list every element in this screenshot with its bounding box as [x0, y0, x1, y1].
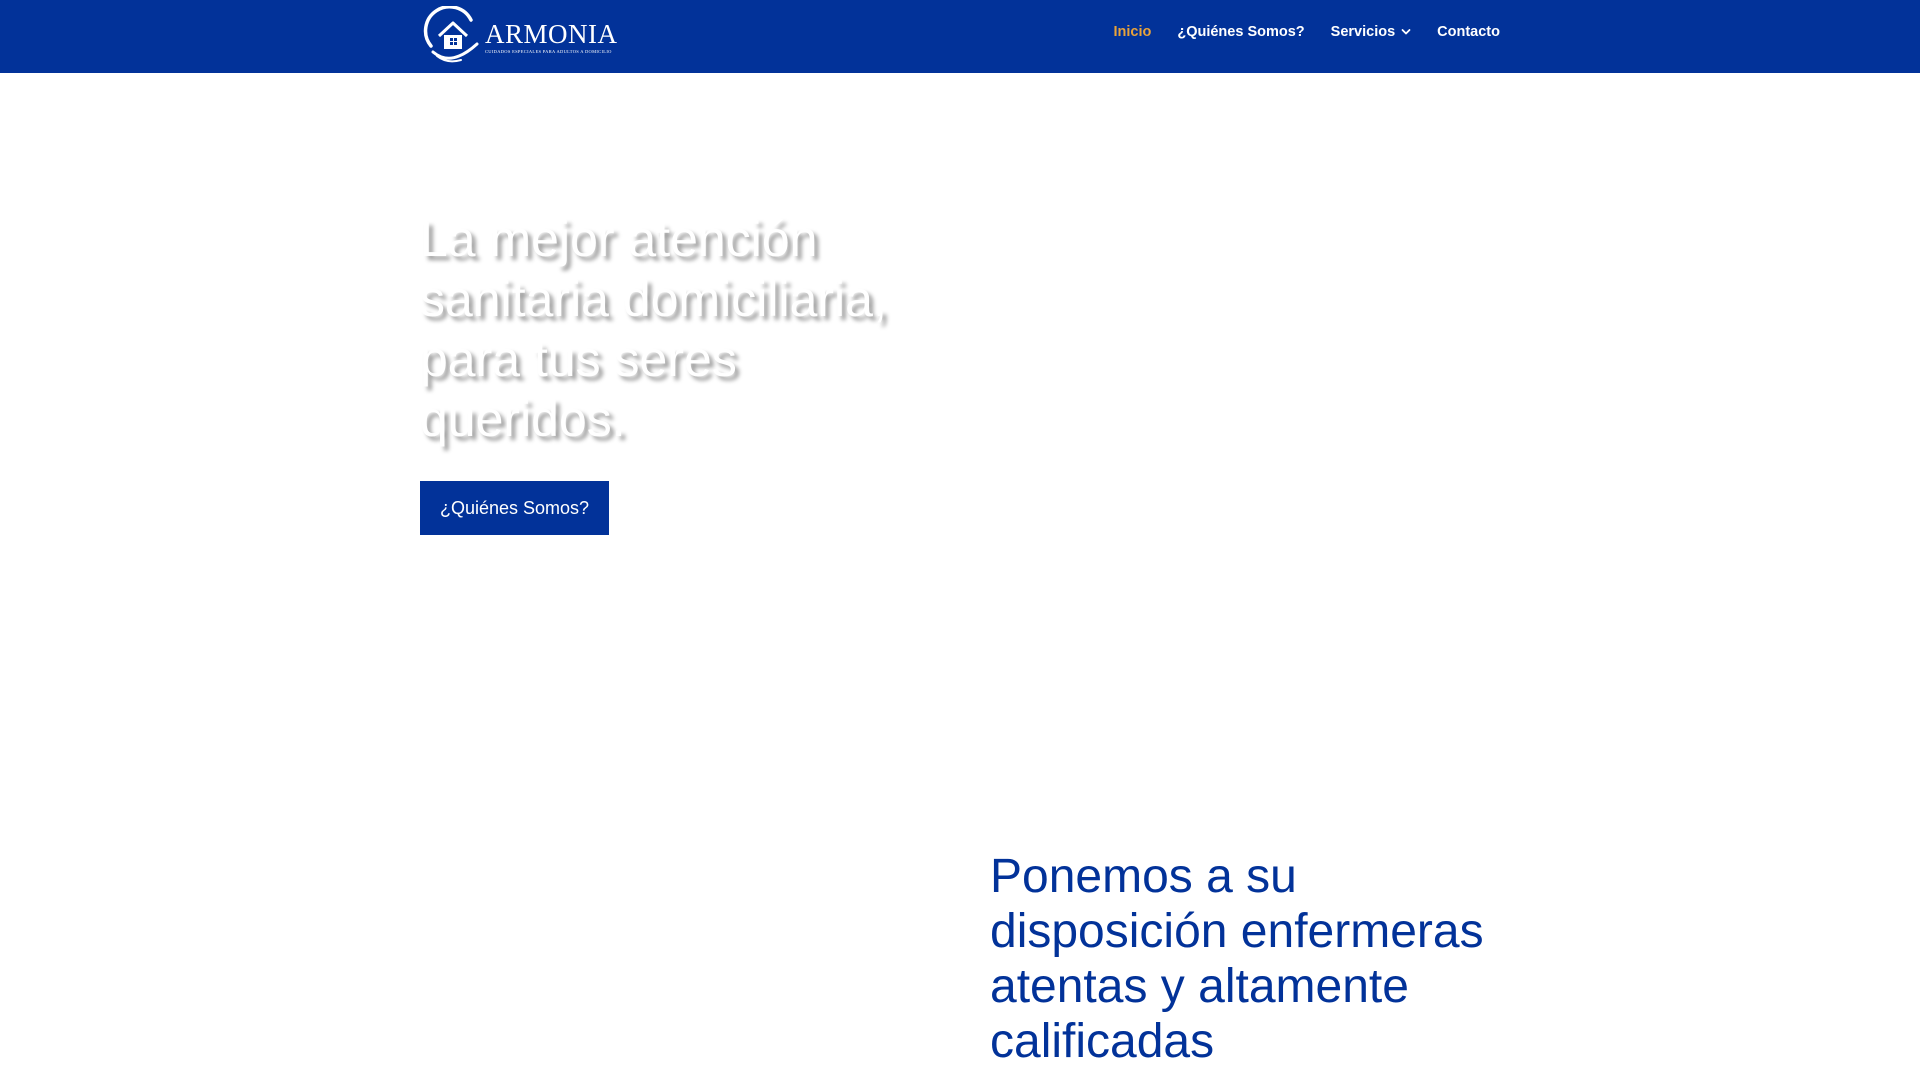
- section-title: Ponemos a su disposición enfermeras aten…: [990, 850, 1484, 1068]
- house-in-hands-icon: [423, 6, 479, 63]
- logo-tagline: CUIDADOS ESPECIALES PARA ADULTOS A DOMIC…: [485, 49, 612, 54]
- nav-item-servicios[interactable]: Servicios: [1331, 24, 1412, 40]
- chevron-down-icon: [1401, 29, 1411, 35]
- main-nav: Inicio ¿Quiénes Somos? Servicios Contact…: [1113, 24, 1500, 40]
- nav-item-quienes-somos[interactable]: ¿Quiénes Somos?: [1177, 24, 1304, 40]
- site-header: ARMONIA CUIDADOS ESPECIALES PARA ADULTOS…: [0, 0, 1920, 73]
- nav-item-contacto[interactable]: Contacto: [1437, 24, 1500, 40]
- nav-item-label: ¿Quiénes Somos?: [1177, 24, 1305, 40]
- nav-item-label: Inicio: [1113, 24, 1152, 40]
- nav-item-label: Contacto: [1437, 24, 1500, 40]
- hero-title: La mejor atención sanitaria domiciliaria…: [420, 211, 887, 447]
- logo-name: ARMONIA: [485, 19, 618, 49]
- nav-item-label: Servicios: [1330, 24, 1396, 40]
- logo-text: ARMONIA CUIDADOS ESPECIALES PARA ADULTOS…: [485, 19, 618, 55]
- quienes-somos-button[interactable]: ¿Quiénes Somos?: [420, 481, 610, 535]
- nav-item-inicio[interactable]: Inicio: [1113, 24, 1151, 40]
- hero-section: La mejor atención sanitaria domiciliaria…: [0, 73, 1920, 823]
- site-logo[interactable]: ARMONIA CUIDADOS ESPECIALES PARA ADULTOS…: [423, 6, 617, 66]
